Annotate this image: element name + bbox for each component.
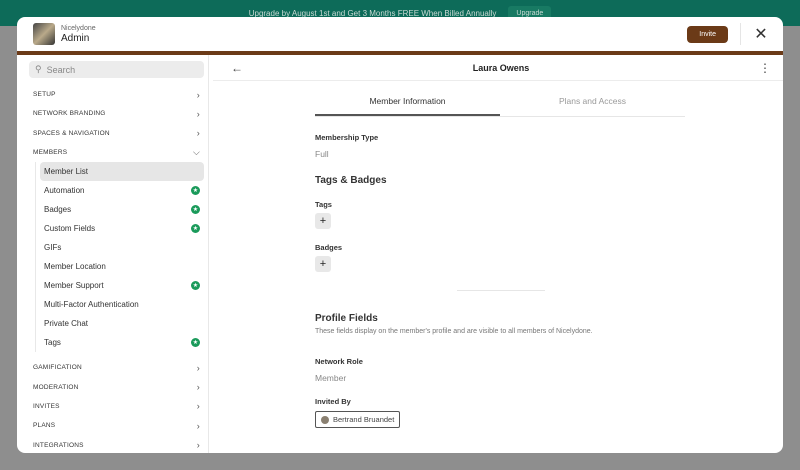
sidebar-section-integrations[interactable]: INTEGRATIONS › <box>29 435 204 453</box>
sidebar-item-label: Member Location <box>44 262 106 272</box>
divider <box>740 23 741 45</box>
sidebar-item-label: Automation <box>44 186 85 196</box>
add-badge-button[interactable]: + <box>315 256 331 272</box>
chevron-right-icon: › <box>196 382 200 393</box>
sidebar-section-spaces-navigation[interactable]: SPACES & NAVIGATION › <box>29 124 204 143</box>
star-badge-icon: ★ <box>191 186 200 196</box>
network-role-value: Member <box>315 373 347 383</box>
sidebar-item-label: GIFs <box>44 243 62 253</box>
tab-plans-and-access[interactable]: Plans and Access <box>500 90 685 116</box>
invite-button[interactable]: Invite <box>687 25 728 43</box>
sidebar-item-member-location[interactable]: Member Location <box>40 257 204 276</box>
chevron-right-icon: › <box>196 401 200 412</box>
star-badge-icon: ★ <box>191 224 200 234</box>
network-name: Nicelydone <box>61 24 96 32</box>
sidebar-item-private-chat[interactable]: Private Chat <box>40 314 204 333</box>
section-label: INTEGRATIONS <box>33 441 84 449</box>
network-logo <box>33 23 55 45</box>
profile-fields-heading: Profile Fields <box>315 313 378 324</box>
member-detail: ← Laura Owens ⋮ Member Information Plans… <box>209 55 783 453</box>
membership-type-label: Membership Type <box>315 133 379 142</box>
sidebar-item-badges[interactable]: Badges ★ <box>40 200 204 219</box>
sidebar-section-plans[interactable]: PLANS › <box>29 416 204 435</box>
member-name: Laura Owens <box>472 62 530 73</box>
chevron-right-icon: › <box>196 128 200 139</box>
section-label: SPACES & NAVIGATION <box>33 129 110 137</box>
sidebar-item-label: Member List <box>44 167 89 177</box>
tags-label: Tags <box>315 200 332 209</box>
sidebar-section-invites[interactable]: INVITES › <box>29 397 204 416</box>
invited-by-label: Invited By <box>315 397 351 406</box>
section-label: INVITES <box>33 402 60 410</box>
inviter-name: Bertrand Bruandet <box>333 415 395 424</box>
modal-header: Nicelydone Admin Invite ✕ <box>17 17 783 55</box>
avatar <box>321 415 329 424</box>
section-label: MEMBERS <box>33 149 68 157</box>
sidebar-section-moderation[interactable]: MODERATION › <box>29 377 204 396</box>
sidebar-item-label: Multi-Factor Authentication <box>44 300 139 310</box>
section-label: NETWORK BRANDING <box>33 110 106 118</box>
back-arrow-icon[interactable]: ← <box>231 61 243 75</box>
sidebar-section-network-branding[interactable]: NETWORK BRANDING › <box>29 104 204 123</box>
more-options-icon[interactable]: ⋮ <box>759 61 771 75</box>
sidebar-item-tags[interactable]: Tags ★ <box>40 333 204 352</box>
tags-badges-heading: Tags & Badges <box>315 175 387 186</box>
star-badge-icon: ★ <box>191 281 200 291</box>
section-label: GAMIFICATION <box>33 364 82 372</box>
chevron-right-icon: › <box>196 108 200 119</box>
inviter-chip[interactable]: Bertrand Bruandet <box>315 411 401 428</box>
star-badge-icon: ★ <box>191 205 200 215</box>
section-label: MODERATION <box>33 383 79 391</box>
sidebar-item-label: Member Support <box>44 281 104 291</box>
search-icon: ⚲ <box>35 64 42 74</box>
sidebar-item-multi-factor-authentication[interactable]: Multi-Factor Authentication <box>40 295 204 314</box>
sidebar-item-gifs[interactable]: GIFs <box>40 238 204 257</box>
sidebar-item-label: Private Chat <box>44 319 89 329</box>
chevron-right-icon: › <box>196 89 200 100</box>
sidebar-item-custom-fields[interactable]: Custom Fields ★ <box>40 219 204 238</box>
add-tag-button[interactable]: + <box>315 213 331 229</box>
modal-title: Admin <box>61 32 90 44</box>
search-input[interactable]: ⚲ Search <box>29 61 204 78</box>
tabs: Member Information Plans and Access <box>315 90 685 117</box>
close-icon[interactable]: ✕ <box>751 24 771 44</box>
star-badge-icon: ★ <box>191 338 200 348</box>
chevron-right-icon: › <box>196 420 200 431</box>
sidebar-section-setup[interactable]: SETUP › <box>29 85 204 104</box>
section-label: SETUP <box>33 91 56 99</box>
chevron-down-icon: ⌵ <box>192 147 200 158</box>
sidebar-item-label: Custom Fields <box>44 224 96 234</box>
divider <box>457 290 545 291</box>
profile-fields-description: These fields display on the member's pro… <box>315 328 593 335</box>
sidebar-item-label: Tags <box>44 338 61 348</box>
sidebar-item-label: Badges <box>44 205 72 215</box>
sidebar-section-members[interactable]: MEMBERS ⌵ <box>29 143 204 162</box>
chevron-right-icon: › <box>196 362 200 373</box>
sidebar-item-member-support[interactable]: Member Support ★ <box>40 276 204 295</box>
membership-type-value: Full <box>315 149 329 159</box>
chevron-right-icon: › <box>196 440 200 451</box>
badges-label: Badges <box>315 243 343 252</box>
sidebar: ⚲ Search SETUP › NETWORK BRANDING › SPACES &… <box>17 55 209 453</box>
search-placeholder: Search <box>46 64 76 75</box>
sidebar-section-gamification[interactable]: GAMIFICATION › <box>29 358 204 377</box>
admin-modal: Nicelydone Admin Invite ✕ ⚲ Search SETUP… <box>17 17 783 453</box>
network-role-label: Network Role <box>315 357 363 366</box>
tab-member-information[interactable]: Member Information <box>315 90 500 116</box>
sidebar-item-automation[interactable]: Automation ★ <box>40 181 204 200</box>
section-label: PLANS <box>33 422 56 430</box>
sidebar-item-member-list[interactable]: Member List <box>40 162 204 182</box>
